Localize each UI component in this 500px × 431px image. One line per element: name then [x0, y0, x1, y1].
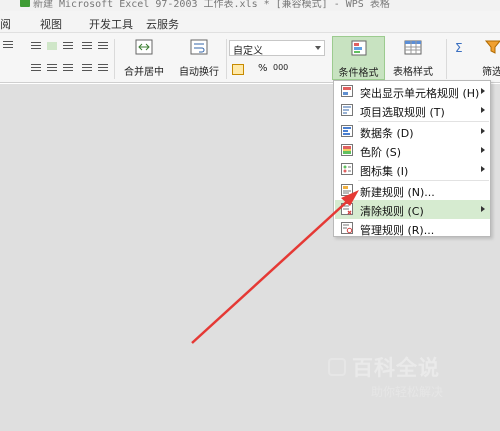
watermark-logo-icon: [328, 358, 346, 376]
autosum-button[interactable]: Σ: [455, 41, 463, 55]
merge-center-button[interactable]: 合并居中: [118, 36, 170, 80]
menu-item-manage-rules[interactable]: 管理规则 (R)...: [335, 219, 490, 238]
table-style-button[interactable]: 表格样式: [387, 36, 439, 80]
align-bottom-icon[interactable]: [63, 42, 73, 50]
icon-sets-icon: [341, 163, 353, 175]
menu-item-highlight-rules[interactable]: 突出显示单元格规则 (H): [335, 82, 490, 101]
data-bars-icon: [341, 125, 353, 137]
new-rule-icon: [341, 184, 353, 196]
menu-item-clear-rules[interactable]: 清除规则 (C): [335, 200, 490, 219]
conditional-format-menu: 突出显示单元格规则 (H) 项目选取规则 (T) 数据条 (D) 色阶 (S) …: [333, 80, 491, 237]
window-title: 新建 Microsoft Excel 97-2003 工作表.xls * [兼容…: [33, 0, 390, 10]
number-format-select[interactable]: 自定义: [229, 40, 325, 57]
watermark: 百科全说 助你轻松解决: [328, 352, 478, 414]
filter-button[interactable]: 筛选: [478, 36, 500, 80]
highlight-rules-icon: [341, 85, 353, 97]
align-middle-icon[interactable]: [47, 42, 57, 50]
wrap-text-button[interactable]: 自动换行: [174, 36, 224, 80]
percent-button[interactable]: %: [258, 63, 268, 74]
align-center-icon[interactable]: [47, 64, 57, 72]
merge-cells-icon: [135, 39, 153, 55]
menu-item-top-bottom-rules[interactable]: 项目选取规则 (T): [335, 101, 490, 120]
font-color-icon[interactable]: [3, 63, 13, 71]
comma-button[interactable]: 000: [273, 63, 288, 72]
menu-item-data-bars[interactable]: 数据条 (D): [335, 122, 490, 141]
ribbon: 合并居中 自动换行 自定义 % 000 条件格式 表格样式 Σ 筛选: [0, 33, 500, 83]
tab-review[interactable]: 审阅: [0, 16, 11, 32]
currency-icon[interactable]: [232, 64, 244, 75]
chevron-down-icon: [315, 46, 321, 50]
tab-developer[interactable]: 开发工具: [89, 16, 133, 32]
top-bottom-rules-icon: [341, 104, 353, 116]
menu-item-new-rule[interactable]: 新建规则 (N)...: [335, 181, 490, 200]
justify-icon[interactable]: [82, 64, 92, 72]
tab-view[interactable]: 视图: [40, 16, 62, 32]
align-top-icon[interactable]: [31, 42, 41, 50]
color-scales-icon: [341, 144, 353, 156]
indent-decrease-icon[interactable]: [82, 42, 92, 50]
conditional-format-icon: [351, 40, 366, 56]
increase-decimal-icon[interactable]: [292, 64, 302, 72]
indent-increase-icon[interactable]: [98, 42, 108, 50]
chevron-right-icon: [481, 206, 485, 212]
chevron-right-icon: [481, 166, 485, 172]
title-bar: 新建 Microsoft Excel 97-2003 工作表.xls * [兼容…: [0, 0, 500, 11]
spreadsheet-icon: [20, 0, 30, 7]
menu-item-icon-sets[interactable]: 图标集 (I): [335, 160, 490, 179]
wrap-text-icon: [190, 39, 208, 55]
distributed-icon[interactable]: [98, 64, 108, 72]
bold-icon[interactable]: [3, 41, 13, 49]
menu-bar: 审阅 视图 开发工具 云服务: [0, 11, 500, 33]
filter-icon: [484, 40, 500, 54]
tab-cloud[interactable]: 云服务: [146, 16, 179, 32]
table-style-icon: [404, 40, 422, 55]
clear-rules-icon: [341, 203, 353, 215]
chevron-right-icon: [481, 128, 485, 134]
align-right-icon[interactable]: [63, 64, 73, 72]
align-left-icon[interactable]: [31, 64, 41, 72]
chevron-right-icon: [481, 107, 485, 113]
menu-item-color-scales[interactable]: 色阶 (S): [335, 141, 490, 160]
chevron-right-icon: [481, 147, 485, 153]
chevron-right-icon: [481, 88, 485, 94]
conditional-format-button[interactable]: 条件格式: [332, 36, 385, 80]
manage-rules-icon: [341, 222, 353, 234]
decrease-decimal-icon[interactable]: [310, 64, 320, 72]
